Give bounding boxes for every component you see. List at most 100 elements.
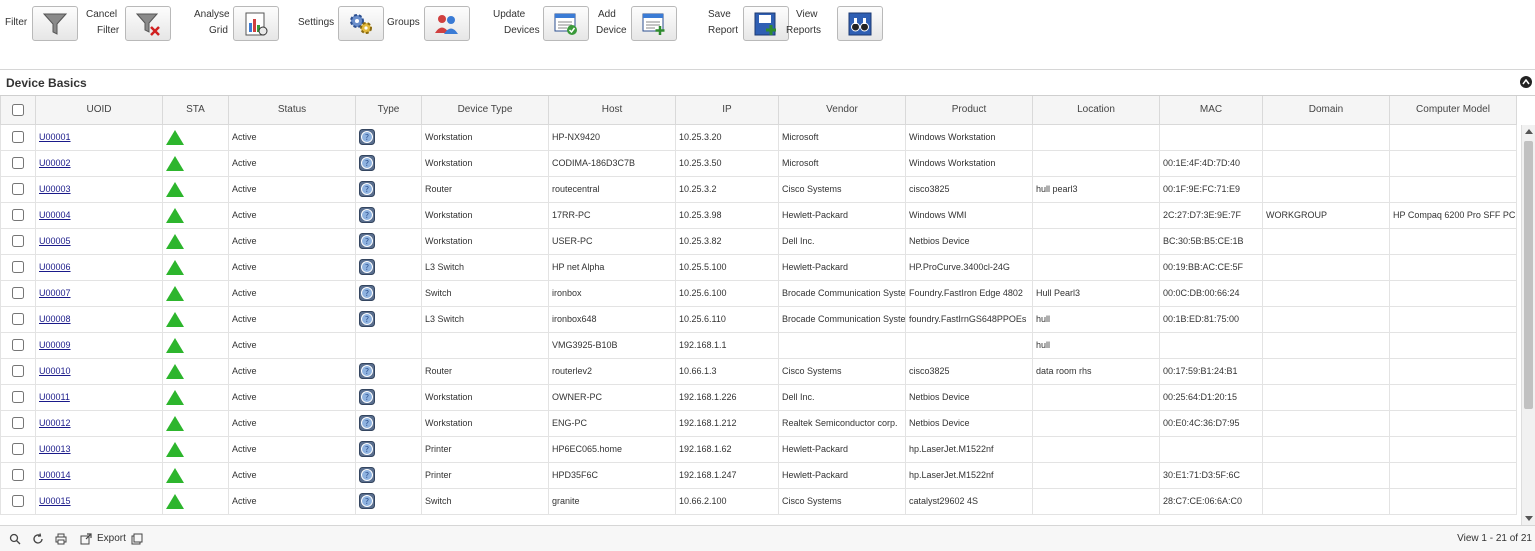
- select-all-checkbox[interactable]: [12, 103, 24, 116]
- cell-vendor: Cisco Systems: [778, 487, 906, 515]
- row-checkbox[interactable]: [12, 183, 24, 195]
- groups-button[interactable]: [424, 6, 470, 41]
- cell-sta: [162, 123, 229, 151]
- search-icon[interactable]: [9, 533, 21, 545]
- row-checkbox[interactable]: [12, 287, 24, 299]
- table-row[interactable]: U00012 Active? Workstation ENG-PC 192.168.1.…: [0, 409, 1517, 437]
- cell-status: Active: [228, 409, 356, 437]
- column-header-device-type[interactable]: Device Type: [421, 96, 549, 125]
- table-row[interactable]: U00010 Active? Router routerlev2 10.66.1.3 Ci…: [0, 357, 1517, 385]
- uoid-link[interactable]: U00001: [39, 132, 71, 142]
- row-checkbox[interactable]: [12, 391, 24, 403]
- table-row[interactable]: U00005 Active? Workstation USER-PC 10.25.3.8…: [0, 227, 1517, 255]
- save-report-icon: [754, 12, 776, 35]
- uoid-link[interactable]: U00015: [39, 496, 71, 506]
- table-row[interactable]: U00009 Active VMG3925-B10B 192.168.1.1 hull: [0, 331, 1517, 359]
- column-header-uoid[interactable]: UOID: [35, 96, 163, 125]
- column-header-location[interactable]: Location: [1032, 96, 1160, 125]
- table-row[interactable]: U00015 Active? Switch granite 10.66.2.100 Cis…: [0, 487, 1517, 515]
- row-checkbox[interactable]: [12, 417, 24, 429]
- collapse-panel-button[interactable]: [1520, 76, 1532, 88]
- row-checkbox[interactable]: [12, 157, 24, 169]
- cell-uoid: U00011: [35, 383, 163, 411]
- column-header-host[interactable]: Host: [548, 96, 676, 125]
- refresh-icon[interactable]: [32, 533, 44, 545]
- scroll-down-arrow-icon[interactable]: [1525, 516, 1533, 521]
- cell-domain: [1262, 175, 1390, 203]
- column-header-vendor[interactable]: Vendor: [778, 96, 906, 125]
- panel-title: Device Basics: [6, 76, 87, 90]
- table-row[interactable]: U00011 Active? Workstation OWNER-PC 192.168.…: [0, 383, 1517, 411]
- table-row[interactable]: U00006 Active? L3 Switch HP net Alpha 10.25.…: [0, 253, 1517, 281]
- table-row[interactable]: U00002 Active? Workstation CODIMA-186D3C7B 1…: [0, 149, 1517, 177]
- update-devices-button[interactable]: [543, 6, 589, 41]
- pager-info: View 1 - 21 of 21: [1457, 533, 1532, 544]
- column-header-type[interactable]: Type: [355, 96, 422, 125]
- filter-button[interactable]: [32, 6, 78, 41]
- column-header-product[interactable]: Product: [905, 96, 1033, 125]
- view-reports-button[interactable]: [837, 6, 883, 41]
- uoid-link[interactable]: U00009: [39, 340, 71, 350]
- users-group-icon: [435, 14, 458, 34]
- uoid-link[interactable]: U00013: [39, 444, 71, 454]
- grid-scrollbar[interactable]: [1521, 125, 1535, 525]
- table-row[interactable]: U00004 Active? Workstation 17RR-PC 10.25.3.9…: [0, 201, 1517, 229]
- cell-mac: 2C:27:D7:3E:9E:7F: [1159, 201, 1263, 229]
- cell-host: ironbox648: [548, 305, 676, 333]
- status-up-triangle-icon: [166, 337, 184, 353]
- row-checkbox[interactable]: [12, 365, 24, 377]
- row-checkbox[interactable]: [12, 131, 24, 143]
- cell-domain: [1262, 409, 1390, 437]
- cell-status: Active: [228, 331, 356, 359]
- row-checkbox[interactable]: [12, 313, 24, 325]
- row-checkbox[interactable]: [12, 495, 24, 507]
- settings-button[interactable]: [338, 6, 384, 41]
- scroll-thumb[interactable]: [1524, 141, 1533, 409]
- cell-domain: [1262, 487, 1390, 515]
- cell-device-type: Workstation: [421, 201, 549, 229]
- column-header-mac[interactable]: MAC: [1159, 96, 1263, 125]
- uoid-link[interactable]: U00005: [39, 236, 71, 246]
- row-checkbox[interactable]: [12, 469, 24, 481]
- cancel-filter-button[interactable]: [125, 6, 171, 41]
- table-row[interactable]: U00003 Active? Router routecentral 10.25.3.2…: [0, 175, 1517, 203]
- table-row[interactable]: U00008 Active? L3 Switch ironbox648 10.25.6.…: [0, 305, 1517, 333]
- row-checkbox[interactable]: [12, 339, 24, 351]
- external-link-icon[interactable]: [80, 533, 92, 545]
- export-window-icon[interactable]: [131, 533, 143, 545]
- row-checkbox[interactable]: [12, 235, 24, 247]
- uoid-link[interactable]: U00002: [39, 158, 71, 168]
- cell-location: [1032, 383, 1160, 411]
- status-up-triangle-icon: [166, 363, 184, 379]
- table-row[interactable]: U00001 Active? Workstation HP-NX9420 10.25.3…: [0, 123, 1517, 151]
- uoid-link[interactable]: U00011: [39, 392, 70, 402]
- table-row[interactable]: U00007 Active? Switch ironbox 10.25.6.100 Bro…: [0, 279, 1517, 307]
- uoid-link[interactable]: U00003: [39, 184, 71, 194]
- export-button[interactable]: Export: [97, 533, 126, 544]
- uoid-link[interactable]: U00008: [39, 314, 71, 324]
- print-icon[interactable]: [55, 533, 67, 545]
- uoid-link[interactable]: U00004: [39, 210, 71, 220]
- uoid-link[interactable]: U00012: [39, 418, 71, 428]
- row-checkbox[interactable]: [12, 209, 24, 221]
- column-header-domain[interactable]: Domain: [1262, 96, 1390, 125]
- column-header-computer-model[interactable]: Computer Model: [1389, 96, 1517, 125]
- save-report-button[interactable]: [743, 6, 789, 41]
- uoid-link[interactable]: U00006: [39, 262, 71, 272]
- status-up-triangle-icon: [166, 285, 184, 301]
- row-checkbox[interactable]: [12, 261, 24, 273]
- cell-product: Windows WMI: [905, 201, 1033, 229]
- column-header-ip[interactable]: IP: [675, 96, 779, 125]
- add-device-button[interactable]: [631, 6, 677, 41]
- column-header-sta[interactable]: STA: [162, 96, 229, 125]
- column-header-status[interactable]: Status: [228, 96, 356, 125]
- row-checkbox[interactable]: [12, 443, 24, 455]
- table-row[interactable]: U00013 Active? Printer HP6EC065.home 192.168…: [0, 435, 1517, 463]
- analyse-grid-button[interactable]: [233, 6, 279, 41]
- uoid-link[interactable]: U00007: [39, 288, 71, 298]
- uoid-link[interactable]: U00014: [39, 470, 71, 480]
- scroll-up-arrow-icon[interactable]: [1525, 129, 1533, 134]
- svg-text:?: ?: [365, 471, 369, 480]
- uoid-link[interactable]: U00010: [39, 366, 71, 376]
- table-row[interactable]: U00014 Active? Printer HPD35F6C 192.168.1.24…: [0, 461, 1517, 489]
